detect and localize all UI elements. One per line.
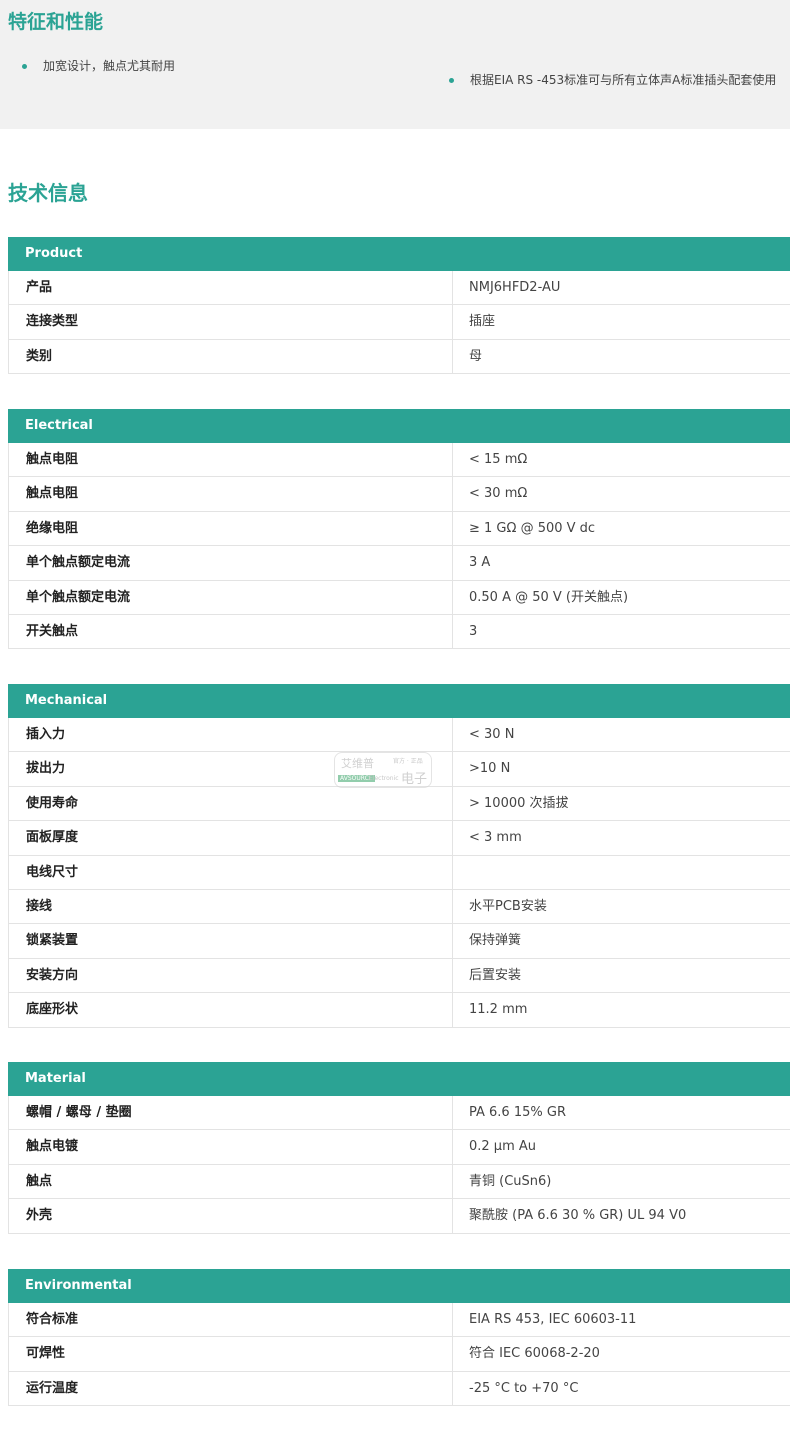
spec-value: ≥ 1 GΩ @ 500 V dc: [469, 520, 596, 536]
watermark-text: Electronic: [369, 775, 399, 782]
table-row: 类别母: [8, 339, 790, 375]
bullet-icon: [22, 64, 27, 69]
spec-value: > 10000 次插拔: [469, 795, 569, 811]
spec-value: < 30 N: [469, 727, 515, 742]
spec-value: 0.2 µm Au: [469, 1139, 537, 1155]
spec-label: 触点电阻: [8, 477, 453, 511]
spec-label: 触点电阻: [8, 443, 453, 477]
table-row: 产品 NMJ6HFD2-AU: [8, 271, 790, 306]
spec-value: -25 °C to +70 °C: [469, 1380, 579, 1396]
spec-label: 开关触点: [8, 614, 453, 649]
spec-label: 单个触点额定电流: [8, 580, 453, 614]
table-row: 面板厚度 < 3 mm: [8, 821, 790, 856]
table-row: 连接类型 插座: [8, 305, 790, 340]
spec-value: 母: [469, 348, 483, 364]
spec-label: 产品: [8, 271, 453, 305]
features-title: 特征和性能: [8, 11, 104, 33]
spec-label: 螺帽 / 螺母 / 垫圈: [8, 1096, 453, 1130]
feature-text: 加宽设计，触点尤其耐用: [43, 59, 176, 73]
table-row: 插入力 < 30 N: [8, 718, 790, 753]
table-row: 可焊性 符合 IEC 60068-2-20: [8, 1337, 790, 1372]
spec-value: NMJ6HFD2-AU: [469, 280, 561, 295]
table-row: 螺帽 / 螺母 / 垫圈 PA 6.6 15% GR: [8, 1096, 790, 1131]
table-row: 符合标准 EIA RS 453, IEC 60603-11: [8, 1303, 790, 1338]
spec-value: 聚酰胺 (PA 6.6 30 % GR) UL 94 V0: [469, 1208, 687, 1224]
watermark-logo: 艾维普 官方 · 正品 AVSOURCE Electronic 电子: [334, 752, 432, 788]
spec-label: 面板厚度: [8, 821, 453, 855]
feature-text: 根据EIA RS -453标准可与所有立体声A标准插头配套使用: [470, 73, 777, 87]
section-header: Product: [8, 237, 790, 271]
spec-value: 0.50 A @ 50 V (开关触点): [469, 589, 629, 605]
table-row: 触点 青铜 (CuSn6): [8, 1164, 790, 1200]
spec-table-electrical: Electrical 触点电阻 < 15 mΩ 触点电阻 < 30 mΩ 绝缘电阻 ≥ 1 …: [8, 409, 790, 650]
spec-value: 3 A: [469, 555, 491, 571]
section-header: Environmental: [8, 1269, 790, 1303]
section-header: Mechanical: [8, 684, 790, 718]
table-row: 单个触点额定电流 0.50 A @ 50 V (开关触点): [8, 580, 790, 615]
spec-value: 青铜 (CuSn6): [469, 1173, 552, 1189]
spec-label: 触点电镀: [8, 1130, 453, 1164]
table-row: 安装方向 后置安装: [8, 958, 790, 994]
spec-label: 绝缘电阻: [8, 511, 453, 546]
spec-label: 使用寿命: [8, 786, 453, 821]
spec-label: 触点: [8, 1164, 453, 1199]
table-row: 单个触点额定电流 3 A: [8, 546, 790, 581]
spec-value: < 30 mΩ: [469, 486, 528, 502]
spec-label: 类别: [8, 339, 453, 374]
spec-value: PA 6.6 15% GR: [469, 1105, 566, 1120]
spec-value: 插座: [469, 314, 496, 330]
spec-value: 11.2 mm: [469, 1002, 528, 1018]
spec-value: >10 N: [469, 761, 511, 777]
spec-value: 保持弹簧: [469, 933, 522, 949]
spec-value: < 3 mm: [469, 830, 522, 846]
watermark-text: 电子: [401, 772, 428, 787]
spec-label: 运行温度: [8, 1371, 453, 1406]
spec-label: 电线尺寸: [8, 855, 453, 889]
spec-value: 后置安装: [469, 967, 522, 983]
spec-value: EIA RS 453, IEC 60603-11: [469, 1312, 637, 1327]
feature-item: 加宽设计，触点尤其耐用: [22, 58, 175, 74]
table-row: 绝缘电阻 ≥ 1 GΩ @ 500 V dc: [8, 511, 790, 547]
spec-label: 符合标准: [8, 1303, 453, 1337]
spec-value: 水平PCB安装: [469, 898, 547, 914]
table-row: 底座形状 11.2 mm: [8, 993, 790, 1028]
table-row: 电线尺寸: [8, 855, 790, 890]
table-row: 触点电阻 < 15 mΩ: [8, 443, 790, 478]
table-row: 开关触点 3: [8, 614, 790, 650]
table-row: 触点电阻 < 30 mΩ: [8, 477, 790, 512]
spec-label: 锁紧装置: [8, 924, 453, 958]
spec-label: 连接类型: [8, 305, 453, 339]
table-row: 锁紧装置 保持弹簧: [8, 924, 790, 959]
spec-value: 符合 IEC 60068-2-20: [469, 1346, 600, 1362]
spec-value: < 15 mΩ: [469, 452, 528, 467]
spec-table-material: Material 螺帽 / 螺母 / 垫圈 PA 6.6 15% GR 触点电镀 0.2…: [8, 1062, 790, 1234]
spec-label: 可焊性: [8, 1337, 453, 1371]
spec-value: [453, 856, 790, 889]
spec-table-product: Product 产品 NMJ6HFD2-AU 连接类型 插座 类别母: [8, 237, 790, 375]
spec-label: 插入力: [8, 718, 453, 752]
spec-label: 接线: [8, 889, 453, 924]
bullet-icon: [449, 78, 454, 83]
section-header: Material: [8, 1062, 790, 1096]
table-row: 使用寿命 > 10000 次插拔: [8, 786, 790, 822]
spec-value: 3: [469, 623, 478, 639]
tech-info-title: 技术信息: [8, 181, 88, 205]
table-row: 运行温度 -25 °C to +70 °C: [8, 1371, 790, 1407]
feature-item: 根据EIA RS -453标准可与所有立体声A标准插头配套使用: [449, 72, 776, 88]
spec-label: 单个触点额定电流: [8, 546, 453, 580]
watermark-text: 官方 · 正品: [393, 758, 423, 765]
section-header: Electrical: [8, 409, 790, 443]
table-row: 接线 水平PCB安装: [8, 889, 790, 925]
spec-table-mechanical: Mechanical 插入力 < 30 N 拔出力 >10 N 使用寿命 > 10000 次…: [8, 684, 790, 1028]
spec-label: 底座形状: [8, 993, 453, 1027]
table-row: 外壳 聚酰胺 (PA 6.6 30 % GR) UL 94 V0: [8, 1199, 790, 1234]
features-panel: 特征和性能 加宽设计，触点尤其耐用 根据EIA RS -453标准可与所有立体声…: [0, 0, 790, 129]
spec-table-environmental: Environmental 符合标准 EIA RS 453, IEC 60603-1…: [8, 1269, 790, 1407]
spec-label: 安装方向: [8, 958, 453, 993]
spec-label: 外壳: [8, 1199, 453, 1233]
table-row: 触点电镀 0.2 µm Au: [8, 1130, 790, 1165]
watermark-text: 艾维普: [341, 757, 374, 770]
